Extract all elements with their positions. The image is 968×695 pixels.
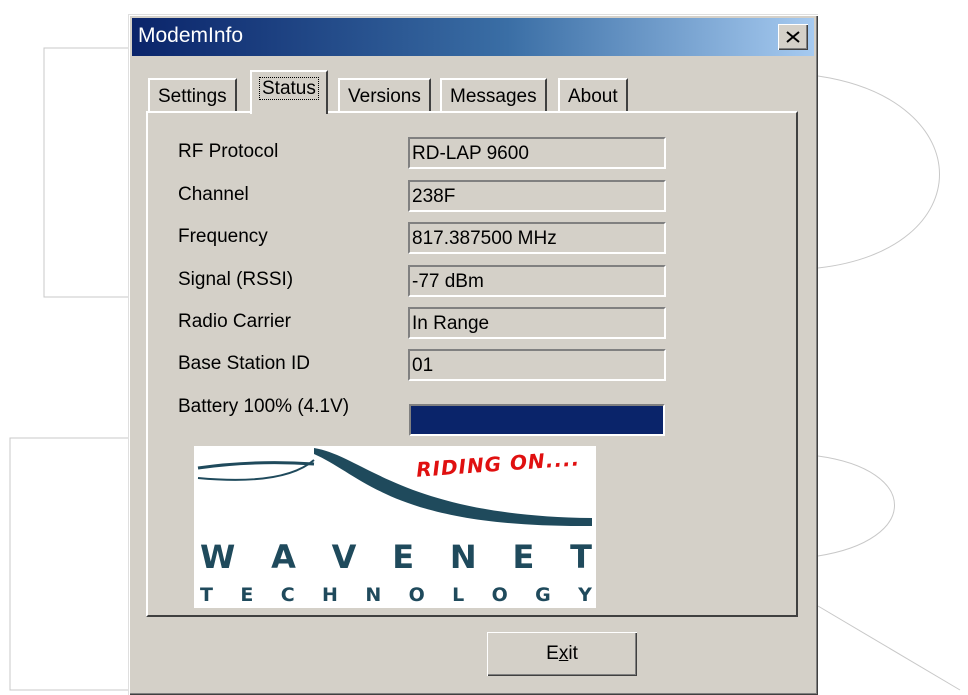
signal-rssi-value: -77 dBm <box>408 265 666 297</box>
exit-label-suffix: it <box>568 643 578 664</box>
channel-value: 238F <box>408 180 666 212</box>
close-button[interactable] <box>778 24 808 50</box>
logo-letter: N <box>449 538 477 576</box>
tab-label: Status <box>259 77 319 100</box>
logo-letter: C <box>280 584 295 606</box>
logo-letter: E <box>512 538 535 576</box>
exit-label-prefix: E <box>546 643 559 664</box>
status-panel: RF Protocol RD-LAP 9600 Channel 238F Fre… <box>146 111 798 617</box>
radio-carrier-value: In Range <box>408 307 666 339</box>
logo-letter: W <box>200 538 236 576</box>
rf-protocol-value: RD-LAP 9600 <box>408 137 666 169</box>
exit-button[interactable]: Ex it <box>487 632 637 676</box>
tab-status[interactable]: Status <box>250 70 328 114</box>
channel-label: Channel <box>178 184 249 205</box>
exit-label-mnemonic: x <box>558 643 569 664</box>
tab-label: Versions <box>348 86 421 107</box>
logo-letter: L <box>452 584 465 606</box>
tab-about[interactable]: About <box>558 78 628 112</box>
tab-label: Messages <box>450 86 537 107</box>
logo-letter: N <box>365 584 382 606</box>
logo-letter: H <box>322 584 338 606</box>
battery-progress-fill <box>411 406 663 434</box>
logo-letter: O <box>408 584 425 606</box>
modeminfo-dialog: ModemInfo Settings Status Versions Messa… <box>128 14 818 695</box>
logo-letter: T <box>200 584 213 606</box>
signal-rssi-label: Signal (RSSI) <box>178 269 294 290</box>
window-title: ModemInfo <box>138 24 244 47</box>
logo-letter: V <box>331 538 357 576</box>
logo-letter: E <box>392 538 415 576</box>
close-icon <box>786 31 800 43</box>
tab-label: Settings <box>158 86 227 107</box>
tab-settings[interactable]: Settings <box>148 78 237 112</box>
wavenet-logo: RIDING ON.... W A V E N E T T E C H N O … <box>194 446 596 608</box>
frequency-label: Frequency <box>178 226 268 247</box>
battery-progress-bar <box>409 404 665 436</box>
logo-letter: T <box>570 538 592 576</box>
base-station-id-value: 01 <box>408 349 666 381</box>
tab-versions[interactable]: Versions <box>338 78 431 112</box>
logo-letter: G <box>535 584 551 606</box>
base-station-id-label: Base Station ID <box>178 353 311 374</box>
rf-protocol-label: RF Protocol <box>178 141 279 162</box>
logo-letter: E <box>240 584 254 606</box>
radio-carrier-label: Radio Carrier <box>178 311 291 332</box>
logo-wordmark: W A V E N E T <box>200 538 592 576</box>
logo-letter: A <box>271 538 296 576</box>
frequency-value: 817.387500 MHz <box>408 222 666 254</box>
logo-subtitle: T E C H N O L O G Y <box>200 584 592 606</box>
logo-letter: Y <box>578 584 592 606</box>
tab-label: About <box>568 86 618 107</box>
title-bar[interactable]: ModemInfo <box>132 18 814 56</box>
logo-letter: O <box>491 584 508 606</box>
tab-messages[interactable]: Messages <box>440 78 547 112</box>
battery-label: Battery 100% (4.1V) <box>178 396 350 417</box>
